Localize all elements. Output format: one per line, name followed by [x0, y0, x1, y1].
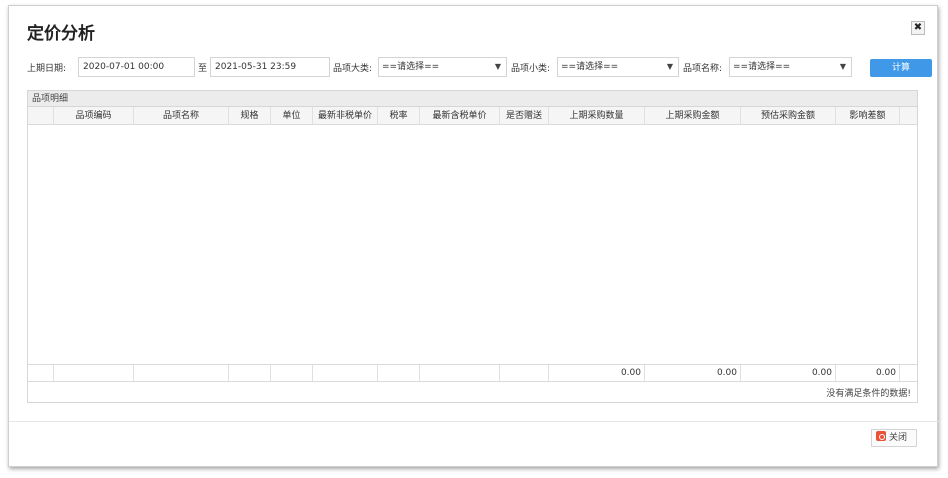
empty-message: 没有满足条件的数据!	[826, 389, 911, 399]
close-button-label: 关闭	[889, 433, 908, 443]
total-cell	[54, 365, 134, 381]
total-cell	[229, 365, 271, 381]
column-header-item-name[interactable]: 品项名称	[134, 107, 229, 124]
total-cell	[271, 365, 313, 381]
to-label: 至	[198, 64, 208, 74]
total-last-qty: 0.00	[549, 365, 645, 381]
start-date-input[interactable]: 2020-07-01 00:00	[78, 57, 195, 77]
column-header-price-incl-tax[interactable]: 最新含税单价	[420, 107, 500, 124]
footer-divider	[9, 421, 939, 422]
total-estimated-amount: 0.00	[741, 365, 836, 381]
column-header-is-gift[interactable]: 是否赠送	[500, 107, 549, 124]
item-detail-panel: 品项明细 品项编码 品项名称 规格 单位 最新非税单价 税率 最新含税单价 是否…	[27, 90, 918, 403]
total-last-amount: 0.00	[645, 365, 741, 381]
pricing-analysis-dialog: 定价分析 ✖ 上期日期: 2020-07-01 00:00 至 2021-05-…	[8, 5, 939, 467]
total-cell	[134, 365, 229, 381]
item-name-value: ==请选择==	[733, 62, 791, 72]
column-header-last-amount[interactable]: 上期采购金额	[645, 107, 741, 124]
item-name-label: 品项名称:	[683, 64, 723, 74]
total-cell	[900, 365, 917, 381]
column-header-impact-diff[interactable]: 影响差额	[836, 107, 900, 124]
total-cell	[28, 365, 54, 381]
total-impact-diff: 0.00	[836, 365, 900, 381]
column-header-unit[interactable]: 单位	[271, 107, 313, 124]
category-minor-label: 品项小类:	[511, 64, 551, 74]
close-button[interactable]: 关闭	[871, 429, 917, 447]
column-header-item-code[interactable]: 品项编码	[54, 107, 134, 124]
item-name-select[interactable]: ==请选择== ▼	[729, 57, 852, 77]
category-major-label: 品项大类:	[333, 64, 373, 74]
category-minor-value: ==请选择==	[561, 62, 619, 72]
last-period-label: 上期日期:	[27, 64, 67, 74]
panel-title: 品项明细	[28, 91, 917, 107]
power-icon	[876, 431, 886, 441]
column-header-tax-rate[interactable]: 税率	[378, 107, 420, 124]
column-header-estimated-amount[interactable]: 预估采购金额	[741, 107, 836, 124]
column-header-select[interactable]	[28, 107, 54, 124]
calculate-button[interactable]: 计算	[870, 59, 932, 77]
close-icon[interactable]: ✖	[911, 21, 925, 35]
column-header-scroll-gap	[900, 107, 917, 124]
grid-totals-row: 0.00 0.00 0.00 0.00	[28, 365, 917, 382]
column-header-last-qty[interactable]: 上期采购数量	[549, 107, 645, 124]
category-major-select[interactable]: ==请选择== ▼	[378, 57, 507, 77]
chevron-down-icon: ▼	[494, 62, 501, 71]
total-cell	[500, 365, 549, 381]
chevron-down-icon: ▼	[839, 62, 846, 71]
filter-row: 上期日期: 2020-07-01 00:00 至 2021-05-31 23:5…	[27, 57, 932, 78]
column-header-price-excl-tax[interactable]: 最新非税单价	[313, 107, 378, 124]
end-date-input[interactable]: 2021-05-31 23:59	[210, 57, 330, 77]
chevron-down-icon: ▼	[666, 62, 673, 71]
grid-body[interactable]	[28, 125, 917, 365]
dialog-title: 定价分析	[27, 24, 95, 44]
total-cell	[378, 365, 420, 381]
category-minor-select[interactable]: ==请选择== ▼	[557, 57, 679, 77]
total-cell	[313, 365, 378, 381]
total-cell	[420, 365, 500, 381]
grid-header: 品项编码 品项名称 规格 单位 最新非税单价 税率 最新含税单价 是否赠送 上期…	[28, 107, 917, 125]
category-major-value: ==请选择==	[382, 62, 440, 72]
column-header-spec[interactable]: 规格	[229, 107, 271, 124]
